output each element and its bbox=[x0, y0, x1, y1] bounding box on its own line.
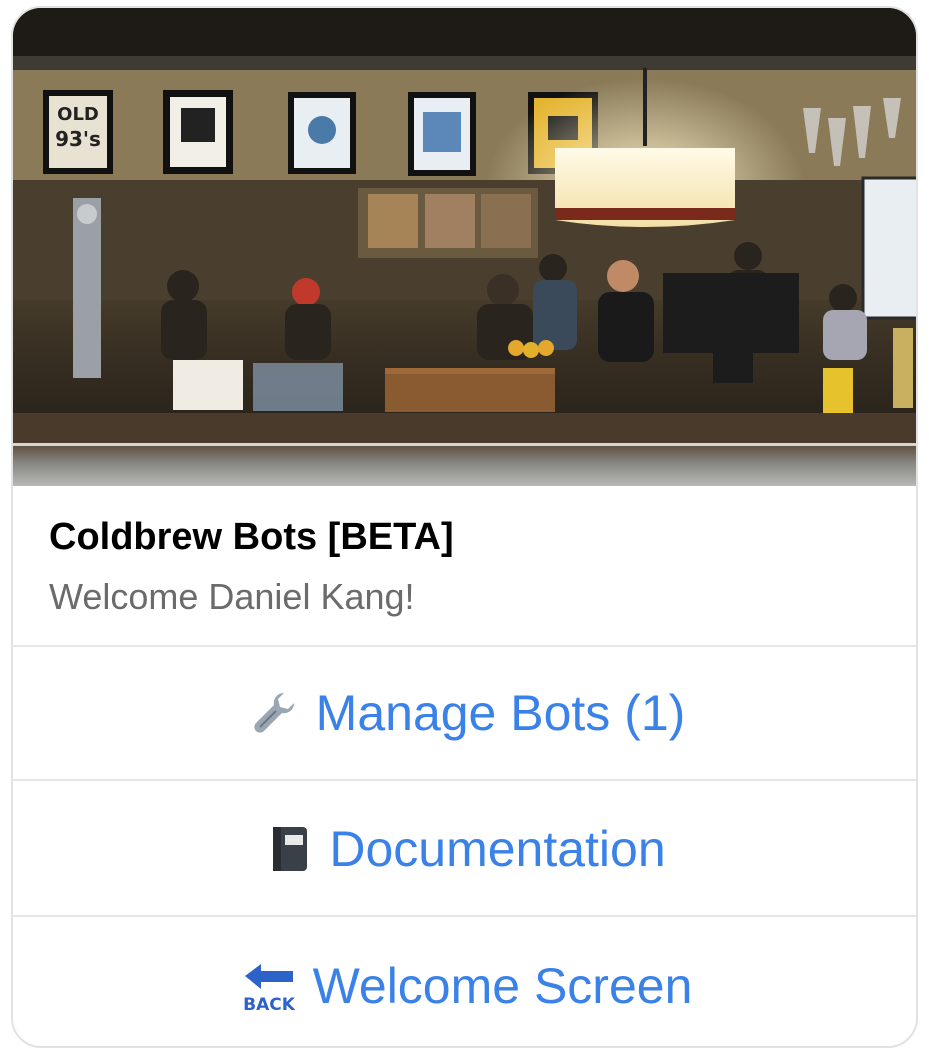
wrench-icon bbox=[248, 687, 300, 739]
card-subtitle: Welcome Daniel Kang! bbox=[49, 576, 415, 617]
welcome-screen-button[interactable]: BACK Welcome Screen bbox=[13, 919, 916, 1046]
svg-text:OLD: OLD bbox=[57, 104, 99, 125]
bot-card: OLD 93's Coldbrew Bots [BETA] Welcome Da… bbox=[11, 6, 918, 1048]
notebook-icon bbox=[267, 823, 313, 875]
svg-text:BACK: BACK bbox=[243, 995, 296, 1014]
svg-text:93's: 93's bbox=[55, 127, 101, 151]
manage-bots-button[interactable]: Manage Bots (1) bbox=[13, 647, 916, 781]
welcome-screen-label: Welcome Screen bbox=[312, 958, 693, 1014]
documentation-label: Documentation bbox=[329, 821, 666, 877]
documentation-button[interactable]: Documentation bbox=[13, 783, 916, 917]
manage-bots-label: Manage Bots (1) bbox=[315, 685, 686, 741]
card-info: Coldbrew Bots [BETA] Welcome Daniel Kang… bbox=[13, 486, 916, 647]
card-title: Coldbrew Bots [BETA] bbox=[49, 516, 454, 558]
hero-image: OLD 93's bbox=[13, 8, 916, 486]
back-arrow-icon: BACK bbox=[241, 958, 297, 1015]
